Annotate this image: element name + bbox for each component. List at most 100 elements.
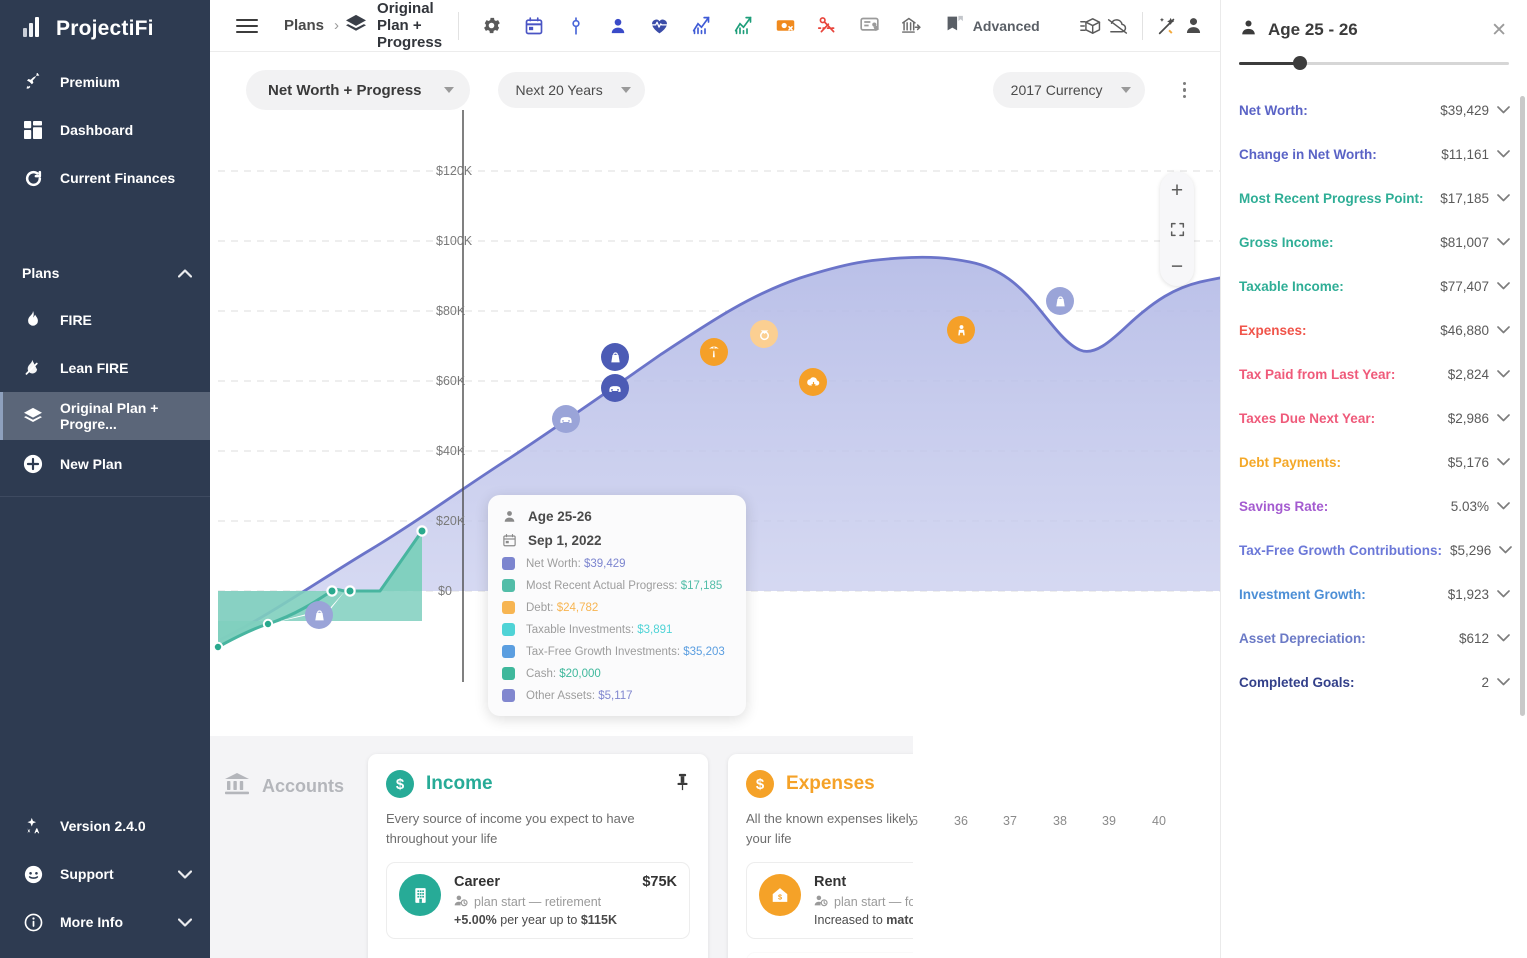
close-icon[interactable]: ✕	[1487, 19, 1511, 42]
sidebar-item-version[interactable]: Version 2.4.0	[0, 802, 210, 850]
legend-swatch	[502, 667, 515, 680]
metric-row[interactable]: Investment Growth: $1,923	[1221, 572, 1527, 616]
chevron-down-icon[interactable]	[1497, 106, 1511, 114]
metric-row[interactable]: Most Recent Progress Point: $17,185	[1221, 176, 1527, 220]
tooltip-row-text: Tax-Free Growth Investments: $35,203	[526, 646, 725, 658]
kebab-menu-icon[interactable]	[1173, 74, 1197, 107]
metric-row[interactable]: Tax-Free Growth Contributions: $5,296	[1221, 528, 1527, 572]
entry-body: Rent $1.2K / MO plan start — for life In…	[814, 874, 913, 927]
sidebar-item-more-info[interactable]: More Info	[0, 898, 210, 946]
panel-scrollbar[interactable]	[1520, 96, 1525, 716]
scissors-cut-icon[interactable]	[807, 5, 849, 47]
pin-icon[interactable]	[675, 773, 690, 796]
metric-row[interactable]: Debt Payments: $5,176	[1221, 440, 1527, 484]
expense-entry-rent[interactable]: $ Rent $1.2K / MO plan start — for life …	[746, 862, 913, 939]
metric-row[interactable]: Taxes Due Next Year: $2,986	[1221, 396, 1527, 440]
expense-entry-next[interactable]	[746, 952, 913, 958]
income-entry-career[interactable]: Career $75K plan start — retirement +5.0…	[386, 862, 690, 939]
sidebar-item-original-plan[interactable]: Original Plan + Progre...	[0, 392, 210, 440]
chart-marker-cloud-download[interactable]	[799, 368, 827, 396]
cloud-off-icon[interactable]	[1104, 5, 1130, 47]
slider-thumb[interactable]	[1293, 56, 1307, 70]
zoom-reset-button[interactable]	[1163, 218, 1191, 240]
hamburger-icon[interactable]	[230, 13, 264, 39]
support-face-icon	[22, 865, 44, 884]
chart-marker-car[interactable]	[552, 405, 580, 433]
money-remove-icon[interactable]	[765, 5, 807, 47]
chevron-down-icon[interactable]	[1497, 502, 1511, 510]
metric-row[interactable]: Change in Net Worth: $11,161	[1221, 132, 1527, 176]
chart-marker-weight-bag[interactable]	[1046, 287, 1074, 315]
sidebar-item-fire[interactable]: FIRE	[0, 296, 210, 344]
bank-transfer-icon[interactable]	[891, 5, 933, 47]
card-expenses[interactable]: $ Expenses All the known expenses likely…	[728, 754, 913, 958]
calendar-icon[interactable]	[513, 5, 555, 47]
advanced-button[interactable]: Advanced	[933, 7, 1052, 45]
chevron-down-icon[interactable]	[1497, 150, 1511, 158]
sidebar-item-premium[interactable]: Premium	[0, 58, 210, 106]
chevron-down-icon[interactable]	[1497, 458, 1511, 466]
chart-marker-palm-tree[interactable]	[700, 338, 728, 366]
sidebar-section-plans[interactable]: Plans	[0, 250, 210, 296]
sidebar-item-current-finances[interactable]: Current Finances	[0, 154, 210, 202]
chevron-down-icon[interactable]	[1497, 370, 1511, 378]
metric-row[interactable]: Tax Paid from Last Year: $2,824	[1221, 352, 1527, 396]
metric-value: $11,161	[1441, 147, 1489, 162]
chevron-down-icon[interactable]	[1497, 326, 1511, 334]
range-select[interactable]: Next 20 Years	[498, 72, 645, 108]
chevron-down-icon[interactable]	[1497, 194, 1511, 202]
settings-gear-icon[interactable]	[471, 5, 513, 47]
chevron-down-icon[interactable]	[1497, 634, 1511, 642]
view-select[interactable]: Net Worth + Progress	[246, 70, 470, 110]
chart-marker-ring[interactable]	[750, 320, 778, 348]
chevron-up-icon	[178, 265, 192, 281]
magic-wand-icon[interactable]	[1155, 5, 1181, 47]
box-list-icon[interactable]	[1079, 5, 1105, 47]
tab-accounts[interactable]: Accounts	[210, 754, 358, 819]
account-person-icon[interactable]	[1180, 5, 1206, 47]
chart-marker-car[interactable]	[601, 374, 629, 402]
y-tick-label: $0	[438, 584, 452, 598]
zoom-out-button[interactable]: −	[1163, 256, 1191, 278]
metric-row[interactable]: Completed Goals: 2	[1221, 660, 1527, 704]
chevron-down-icon[interactable]	[178, 914, 192, 930]
age-slider[interactable]	[1239, 56, 1509, 70]
person-icon[interactable]	[597, 5, 639, 47]
svg-text:$: $	[778, 893, 782, 902]
currency-select[interactable]: 2017 Currency	[993, 72, 1145, 108]
sidebar-item-dashboard[interactable]: Dashboard	[0, 106, 210, 154]
breadcrumb-plans[interactable]: Plans	[280, 17, 328, 34]
breadcrumb-current-plan[interactable]: Original Plan + Progress	[345, 0, 446, 51]
zoom-in-button[interactable]: +	[1163, 180, 1191, 202]
sidebar-item-support[interactable]: Support	[0, 850, 210, 898]
chart-marker-weight-bag[interactable]	[601, 343, 629, 371]
chevron-down-icon[interactable]	[1499, 546, 1513, 554]
chevron-down-icon[interactable]	[1497, 238, 1511, 246]
chevron-down-icon	[1121, 87, 1131, 93]
sidebar-item-new-plan[interactable]: New Plan	[0, 440, 210, 488]
metric-row[interactable]: Expenses: $46,880	[1221, 308, 1527, 352]
certificate-icon[interactable]	[849, 5, 891, 47]
metric-row[interactable]: Taxable Income: $77,407	[1221, 264, 1527, 308]
chart-marker-weight-bag[interactable]	[305, 601, 333, 629]
chart-growth-green-icon[interactable]	[723, 5, 765, 47]
heartbeat-icon[interactable]	[639, 5, 681, 47]
pin-marker-icon[interactable]	[555, 5, 597, 47]
sidebar-item-lean-fire[interactable]: Lean FIRE	[0, 344, 210, 392]
metric-row[interactable]: Savings Rate: 5.03%	[1221, 484, 1527, 528]
chart-growth-blue-icon[interactable]	[681, 5, 723, 47]
metric-row[interactable]: Net Worth: $39,429	[1221, 88, 1527, 132]
card-income[interactable]: $ Income Every source of income you expe…	[368, 754, 708, 958]
legend-swatch	[502, 557, 515, 570]
chevron-down-icon[interactable]	[178, 866, 192, 882]
chart-marker-baby[interactable]	[947, 316, 975, 344]
chevron-down-icon[interactable]	[1497, 414, 1511, 422]
chevron-down-icon[interactable]	[1497, 282, 1511, 290]
chevron-down-icon[interactable]	[1497, 590, 1511, 598]
tooltip-row: Most Recent Actual Progress: $17,185	[502, 579, 730, 592]
y-tick-label: $120K	[436, 164, 472, 178]
metric-row[interactable]: Gross Income: $81,007	[1221, 220, 1527, 264]
brand-logo[interactable]: ProjectiFi	[0, 0, 210, 58]
chevron-down-icon[interactable]	[1497, 678, 1511, 686]
metric-row[interactable]: Asset Depreciation: $612	[1221, 616, 1527, 660]
